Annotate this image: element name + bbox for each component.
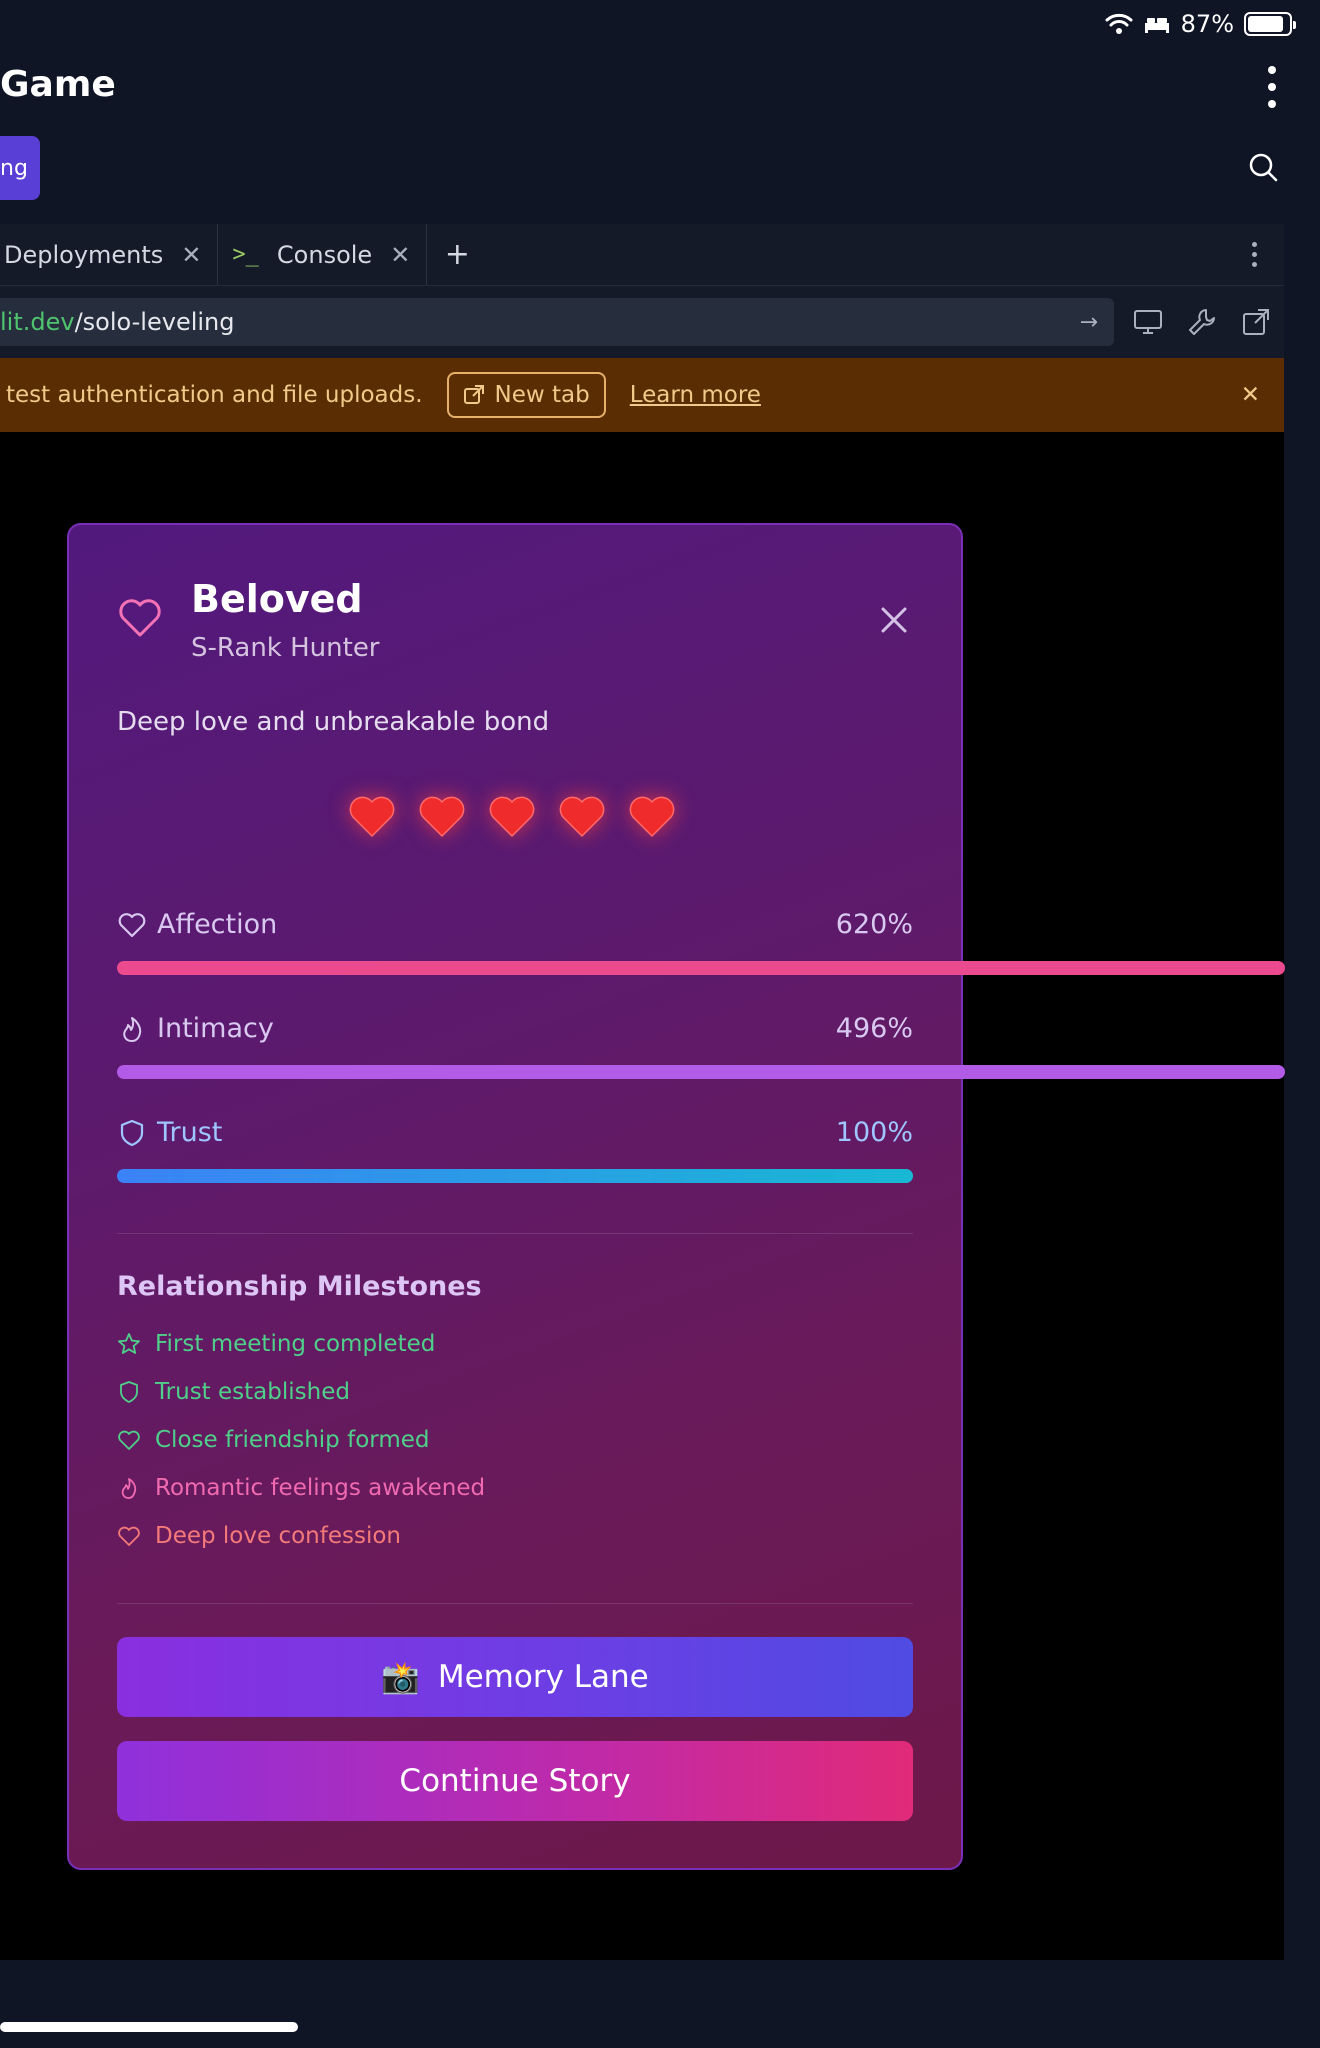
modal-description: Deep love and unbreakable bond	[117, 707, 550, 737]
tab-deployments[interactable]: Deployments ✕	[0, 224, 219, 285]
hearts-rating	[347, 791, 677, 841]
url-row: lit.dev/solo-leveling →	[0, 286, 1284, 358]
status-bar: 87%	[920, 0, 1320, 48]
stat-intimacy: Intimacy 496%	[117, 1013, 1285, 1079]
red-heart-icon	[489, 796, 535, 837]
relationship-modal: Beloved S-Rank Hunter Deep love and unbr…	[67, 523, 1285, 1870]
modal-subtitle: S-Rank Hunter	[191, 633, 380, 663]
console-icon: >_	[232, 242, 259, 267]
milestone-label: Trust established	[155, 1379, 350, 1405]
milestone-label: Deep love confession	[155, 1523, 402, 1549]
tab-more-icon[interactable]	[1224, 224, 1284, 285]
milestone-item: Close friendship formed	[117, 1427, 429, 1453]
divider	[117, 1603, 913, 1604]
external-link-icon[interactable]	[1240, 306, 1272, 338]
intimacy-bar	[117, 1065, 1285, 1079]
stat-value: 496%	[835, 1013, 913, 1044]
milestone-item: Romantic feelings awakened	[117, 1475, 485, 1501]
milestone-label: Close friendship formed	[155, 1427, 430, 1453]
red-heart-icon	[349, 796, 395, 837]
search-icon[interactable]	[1248, 152, 1278, 182]
battery-percent: 87%	[1180, 10, 1234, 38]
stat-value: 100%	[835, 1117, 913, 1148]
milestone-label: Romantic feelings awakened	[155, 1475, 486, 1501]
banner-message: test authentication and file uploads.	[6, 382, 423, 408]
url-path: /solo-leveling	[74, 308, 235, 336]
trust-bar	[117, 1169, 913, 1183]
stat-affection: Affection 620%	[117, 909, 1285, 975]
milestone-item: Trust established	[117, 1379, 350, 1405]
more-options-icon[interactable]	[1266, 66, 1278, 108]
navigate-arrow-icon[interactable]: →	[1080, 310, 1098, 335]
learn-more-link[interactable]: Learn more	[630, 382, 761, 408]
tab-bar: Deployments ✕ >_ Console ✕ +	[0, 224, 1284, 286]
stat-name: Intimacy	[157, 1013, 274, 1044]
red-heart-icon	[559, 796, 605, 837]
shield-icon	[120, 1381, 138, 1403]
app-title: Game	[0, 64, 116, 105]
tab-label: Deployments	[4, 240, 164, 269]
star-icon	[118, 1333, 140, 1354]
shield-icon	[120, 1119, 144, 1146]
run-button[interactable]: ng	[0, 136, 40, 200]
add-tab-button[interactable]: +	[427, 224, 487, 285]
wrench-icon[interactable]	[1186, 306, 1218, 338]
monitor-icon[interactable]	[1132, 306, 1164, 338]
milestone-item: Deep love confession	[117, 1523, 401, 1549]
continue-story-button[interactable]: Continue Story	[117, 1741, 913, 1821]
memory-lane-label: Memory Lane	[437, 1659, 649, 1695]
stat-value: 620%	[835, 909, 913, 940]
external-link-icon	[463, 385, 484, 404]
info-banner: test authentication and file uploads. Ne…	[0, 358, 1284, 432]
heart-icon	[118, 1526, 140, 1546]
affection-bar	[117, 961, 1285, 975]
home-indicator[interactable]	[0, 2022, 298, 2032]
modal-title: Beloved	[191, 577, 363, 621]
stat-name: Trust	[157, 1117, 223, 1148]
memory-lane-button[interactable]: 📸 Memory Lane	[117, 1637, 913, 1717]
tab-label: Console	[276, 240, 373, 269]
url-bar[interactable]: lit.dev/solo-leveling →	[0, 298, 1114, 346]
stat-name: Affection	[157, 909, 278, 940]
divider	[117, 1233, 913, 1234]
wifi-icon	[1105, 13, 1133, 34]
heart-icon	[118, 912, 146, 937]
new-tab-button[interactable]: New tab	[446, 372, 606, 418]
red-heart-icon	[419, 796, 465, 837]
heart-icon	[118, 1430, 140, 1450]
close-tab-icon[interactable]: ✕	[181, 241, 201, 269]
heart-icon	[119, 599, 161, 637]
url-domain: lit.dev	[0, 308, 75, 336]
close-tab-icon[interactable]: ✕	[390, 241, 410, 269]
flame-icon	[123, 1016, 142, 1042]
camera-icon: 📸	[381, 1659, 420, 1696]
red-heart-icon	[629, 796, 675, 837]
stat-trust: Trust 100%	[117, 1117, 913, 1183]
close-banner-icon[interactable]: ✕	[1241, 382, 1260, 408]
tab-console[interactable]: >_ Console ✕	[218, 224, 428, 285]
milestones-title: Relationship Milestones	[117, 1271, 482, 1302]
battery-icon	[1244, 12, 1296, 36]
continue-story-label: Continue Story	[399, 1763, 631, 1799]
milestone-label: First meeting completed	[155, 1331, 436, 1357]
milestone-item: First meeting completed	[117, 1331, 435, 1357]
new-tab-label: New tab	[494, 382, 590, 408]
bed-icon	[1144, 18, 1169, 33]
flame-icon	[121, 1478, 137, 1499]
close-icon[interactable]	[879, 605, 909, 635]
